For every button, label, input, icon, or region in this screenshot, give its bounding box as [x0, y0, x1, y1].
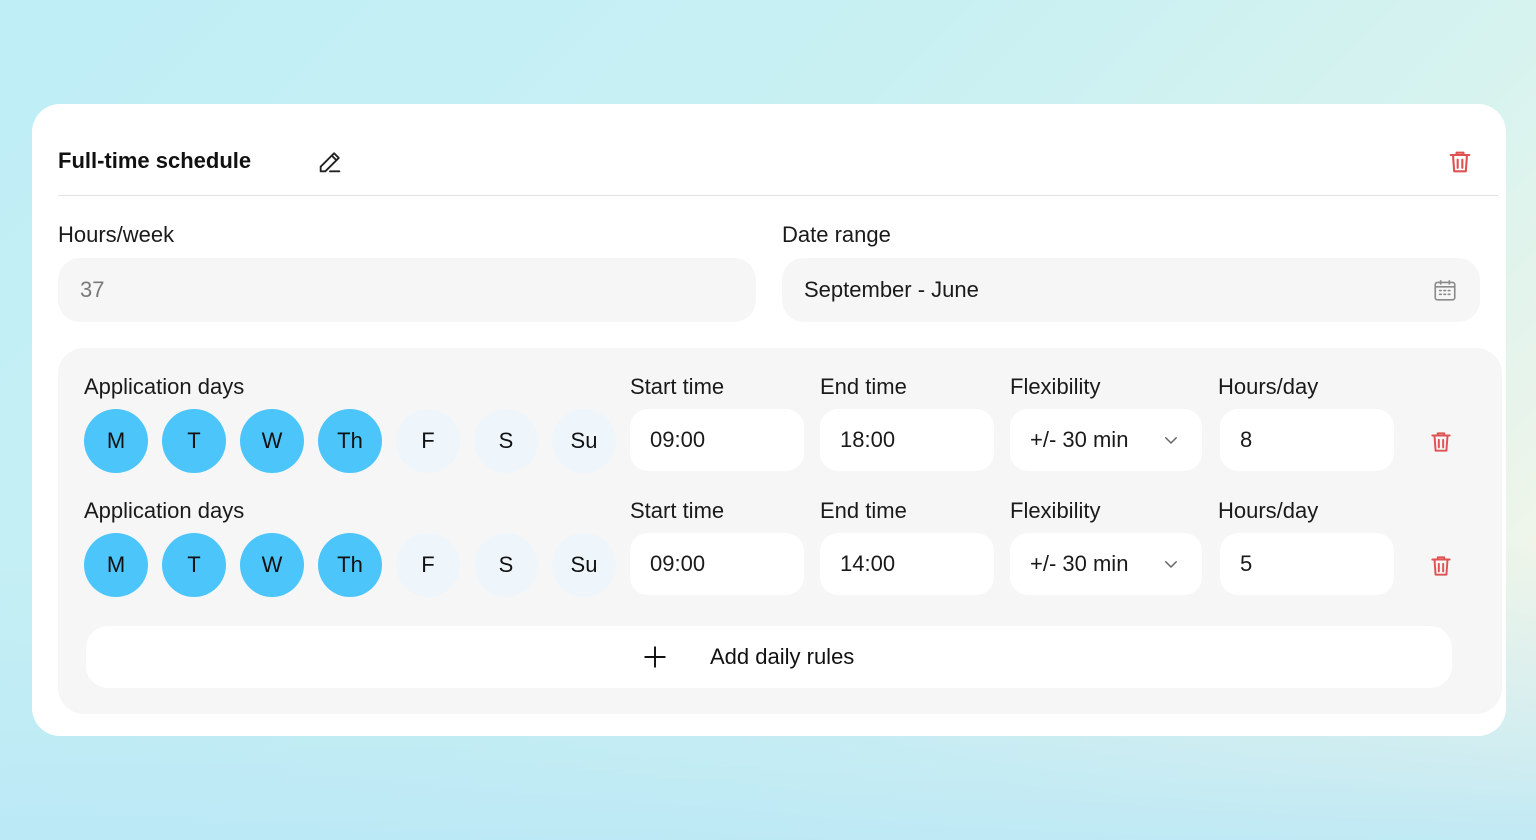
day-toggle-thursday[interactable]: Th	[318, 409, 382, 473]
chevron-down-icon	[1165, 561, 1177, 568]
end-time-label: End time	[820, 498, 907, 523]
start-time-input[interactable]: 09:00	[630, 409, 804, 471]
edit-icon[interactable]	[316, 148, 344, 176]
application-days-label: Application days	[84, 374, 245, 399]
day-toggle-thursday[interactable]: Th	[318, 533, 382, 597]
rule-row: Application days M T W Th F S Su Start t…	[58, 374, 1502, 498]
daily-rules-panel: Application days M T W Th F S Su Start t…	[58, 348, 1502, 714]
day-toggle-monday[interactable]: M	[84, 409, 148, 473]
flexibility-label: Flexibility	[1010, 498, 1101, 523]
day-toggle-monday[interactable]: M	[84, 533, 148, 597]
flexibility-select[interactable]: +/- 30 min	[1010, 533, 1202, 595]
start-time-label: Start time	[630, 498, 725, 523]
end-time-input[interactable]: 14:00	[820, 533, 994, 595]
day-toggle-sunday[interactable]: Su	[552, 533, 616, 597]
schedule-title: Full-time schedule	[58, 148, 252, 173]
schedule-card: Full-time schedule Hours/week 37 Date ra…	[32, 104, 1506, 736]
rule-row: Application days M T W Th F S Su Start t…	[58, 498, 1502, 622]
date-range-value: September - June	[804, 277, 979, 302]
delete-schedule-icon[interactable]	[1446, 148, 1474, 176]
flexibility-value: +/- 30 min	[1030, 427, 1129, 452]
card-header: Full-time schedule	[58, 134, 1498, 196]
day-toggle-friday[interactable]: F	[396, 409, 460, 473]
date-range-label: Date range	[782, 222, 891, 247]
calendar-icon[interactable]	[1432, 277, 1458, 303]
end-time-label: End time	[820, 374, 907, 399]
day-toggle-tuesday[interactable]: T	[162, 409, 226, 473]
start-time-label: Start time	[630, 374, 725, 399]
flexibility-value: +/- 30 min	[1030, 551, 1129, 576]
day-toggle-saturday[interactable]: S	[474, 409, 538, 473]
chevron-down-icon	[1165, 437, 1177, 444]
date-range-input[interactable]: September - June	[782, 258, 1480, 322]
delete-rule-icon[interactable]	[1428, 552, 1454, 580]
day-toggle-wednesday[interactable]: W	[240, 533, 304, 597]
day-toggle-saturday[interactable]: S	[474, 533, 538, 597]
add-daily-rules-label: Add daily rules	[710, 644, 855, 669]
delete-rule-icon[interactable]	[1428, 428, 1454, 456]
day-toggle-wednesday[interactable]: W	[240, 409, 304, 473]
hours-day-input[interactable]: 5	[1220, 533, 1394, 595]
application-days-label: Application days	[84, 498, 245, 523]
day-toggle-friday[interactable]: F	[396, 533, 460, 597]
flexibility-label: Flexibility	[1010, 374, 1101, 399]
flexibility-select[interactable]: +/- 30 min	[1010, 409, 1202, 471]
hours-day-label: Hours/day	[1218, 498, 1319, 523]
start-time-input[interactable]: 09:00	[630, 533, 804, 595]
day-toggle-sunday[interactable]: Su	[552, 409, 616, 473]
hours-day-label: Hours/day	[1218, 374, 1319, 399]
hours-week-label: Hours/week	[58, 222, 175, 247]
end-time-input[interactable]: 18:00	[820, 409, 994, 471]
day-toggle-tuesday[interactable]: T	[162, 533, 226, 597]
hours-day-input[interactable]: 8	[1220, 409, 1394, 471]
plus-icon	[644, 646, 666, 668]
add-daily-rules-button[interactable]: Add daily rules	[86, 626, 1452, 688]
hours-week-input[interactable]: 37	[58, 258, 756, 322]
